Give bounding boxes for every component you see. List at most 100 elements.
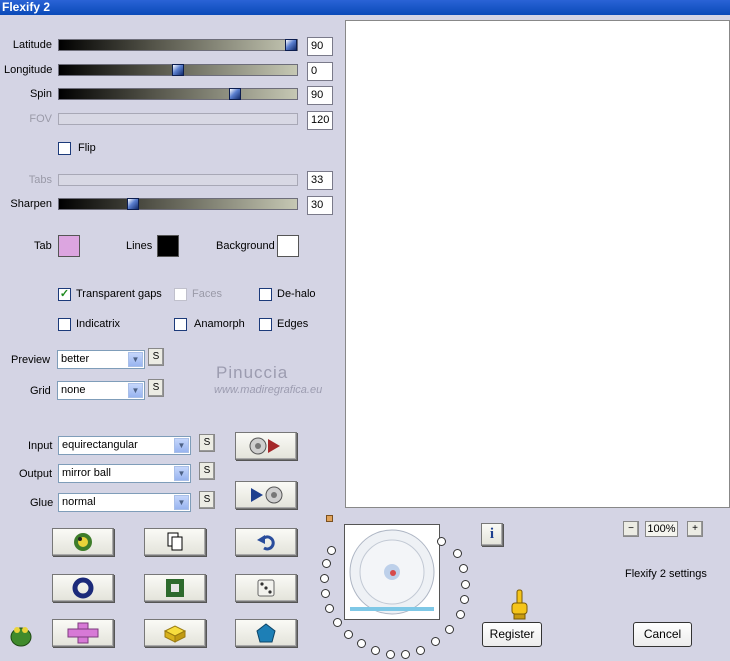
preset-dot[interactable] <box>461 580 470 589</box>
anamorph-checkbox[interactable] <box>174 318 187 331</box>
watermark-name: Pinuccia <box>216 363 289 382</box>
spin-value[interactable]: 90 <box>307 86 333 105</box>
zoom-out-button[interactable]: − <box>623 521 639 537</box>
latitude-value[interactable]: 90 <box>307 37 333 56</box>
info-icon: i <box>489 526 495 542</box>
square-icon <box>166 579 184 597</box>
square-button[interactable] <box>144 574 206 602</box>
lines-color-label: Lines <box>126 240 153 252</box>
preset-dot[interactable] <box>459 564 468 573</box>
settings-label: Flexify 2 settings <box>625 568 707 580</box>
pentagon-icon <box>256 623 276 643</box>
pentagon-button[interactable] <box>235 619 297 647</box>
grid-select[interactable]: none ▼ <box>57 381 145 400</box>
cross-button[interactable] <box>52 619 114 647</box>
grid-s-button[interactable]: S <box>148 379 164 397</box>
sharpen-label: Sharpen <box>10 198 52 210</box>
zoom-in-button[interactable]: + <box>687 521 703 537</box>
chevron-down-icon: ▼ <box>174 466 189 481</box>
preset-dot[interactable] <box>401 650 410 659</box>
dice-button[interactable] <box>235 574 297 602</box>
preset-dot[interactable] <box>325 604 334 613</box>
preset-dot[interactable] <box>460 595 469 604</box>
sharpen-slider[interactable] <box>58 198 298 210</box>
glue-s-button[interactable]: S <box>199 491 215 509</box>
transparent-gaps-checkbox[interactable]: ✓ <box>58 288 71 301</box>
register-button[interactable]: Register <box>482 622 542 647</box>
spin-slider[interactable] <box>58 88 298 100</box>
grid-label: Grid <box>30 385 51 397</box>
fov-value[interactable]: 120 <box>307 111 333 130</box>
latitude-thumb[interactable] <box>285 39 297 51</box>
preview-label: Preview <box>11 354 51 366</box>
preview-canvas[interactable] <box>345 20 730 508</box>
cancel-button[interactable]: Cancel <box>633 622 692 647</box>
preset-dot[interactable] <box>445 625 454 634</box>
latitude-slider[interactable] <box>58 39 298 51</box>
chevron-down-icon: ▼ <box>174 438 189 453</box>
info-button[interactable]: i <box>481 523 503 546</box>
frog-logo-icon <box>10 627 32 647</box>
edges-checkbox[interactable] <box>259 318 272 331</box>
preset-dot[interactable] <box>321 589 330 598</box>
preset-dot[interactable] <box>371 646 380 655</box>
input-select[interactable]: equirectangular ▼ <box>58 436 191 455</box>
ring-button[interactable] <box>52 574 114 602</box>
edges-label: Edges <box>277 318 309 330</box>
preset-dot[interactable] <box>437 537 446 546</box>
longitude-value[interactable]: 0 <box>307 62 333 81</box>
anamorph-label: Anamorph <box>194 318 245 330</box>
tabs-label: Tabs <box>28 174 52 186</box>
longitude-thumb[interactable] <box>172 64 184 76</box>
ring-icon <box>72 577 94 599</box>
spin-label: Spin <box>29 88 52 100</box>
convert-right-button[interactable] <box>235 432 297 460</box>
convert-left-button[interactable] <box>235 481 297 509</box>
frog-icon <box>74 533 92 551</box>
output-select[interactable]: mirror ball ▼ <box>58 464 191 483</box>
preset-dot[interactable] <box>333 618 342 627</box>
preview-s-button[interactable]: S <box>148 348 164 366</box>
sharpen-value[interactable]: 30 <box>307 196 333 215</box>
preset-dots <box>320 525 470 661</box>
grid-select-value: none <box>61 384 86 396</box>
output-s-button[interactable]: S <box>199 462 215 480</box>
chevron-down-icon: ▼ <box>174 495 189 510</box>
lines-color-swatch[interactable] <box>157 235 179 257</box>
preset-handle[interactable] <box>326 515 333 522</box>
transparent-gaps-label: Transparent gaps <box>76 288 162 300</box>
preset-dot[interactable] <box>357 639 366 648</box>
background-color-label: Background <box>216 240 275 252</box>
copy-icon <box>167 532 183 551</box>
de-halo-checkbox[interactable] <box>259 288 272 301</box>
longitude-slider[interactable] <box>58 64 298 76</box>
faces-checkbox <box>174 288 187 301</box>
preset-dot[interactable] <box>320 574 329 583</box>
input-label: Input <box>28 440 53 452</box>
preset-dot[interactable] <box>322 559 331 568</box>
spin-thumb[interactable] <box>229 88 241 100</box>
glue-label: Glue <box>30 497 54 509</box>
flip-checkbox[interactable] <box>58 142 71 155</box>
brick-button[interactable] <box>144 619 206 647</box>
pointing-finger-icon <box>511 589 528 620</box>
input-s-button[interactable]: S <box>199 434 215 452</box>
preset-dot[interactable] <box>416 646 425 655</box>
undo-button[interactable] <box>235 528 297 556</box>
undo-icon <box>257 535 275 551</box>
preset-dot[interactable] <box>431 637 440 646</box>
copy-button[interactable] <box>144 528 206 556</box>
frog-button[interactable] <box>52 528 114 556</box>
preset-dot[interactable] <box>344 630 353 639</box>
preset-dot[interactable] <box>327 546 336 555</box>
preset-dot[interactable] <box>453 549 462 558</box>
indicatrix-checkbox[interactable] <box>58 318 71 331</box>
tab-color-swatch[interactable] <box>58 235 80 257</box>
sharpen-thumb[interactable] <box>127 198 139 210</box>
preview-select[interactable]: better ▼ <box>57 350 145 369</box>
glue-select[interactable]: normal ▼ <box>58 493 191 512</box>
preset-dot[interactable] <box>456 610 465 619</box>
preset-dot[interactable] <box>386 650 395 659</box>
tabs-value[interactable]: 33 <box>307 171 333 190</box>
background-color-swatch[interactable] <box>277 235 299 257</box>
